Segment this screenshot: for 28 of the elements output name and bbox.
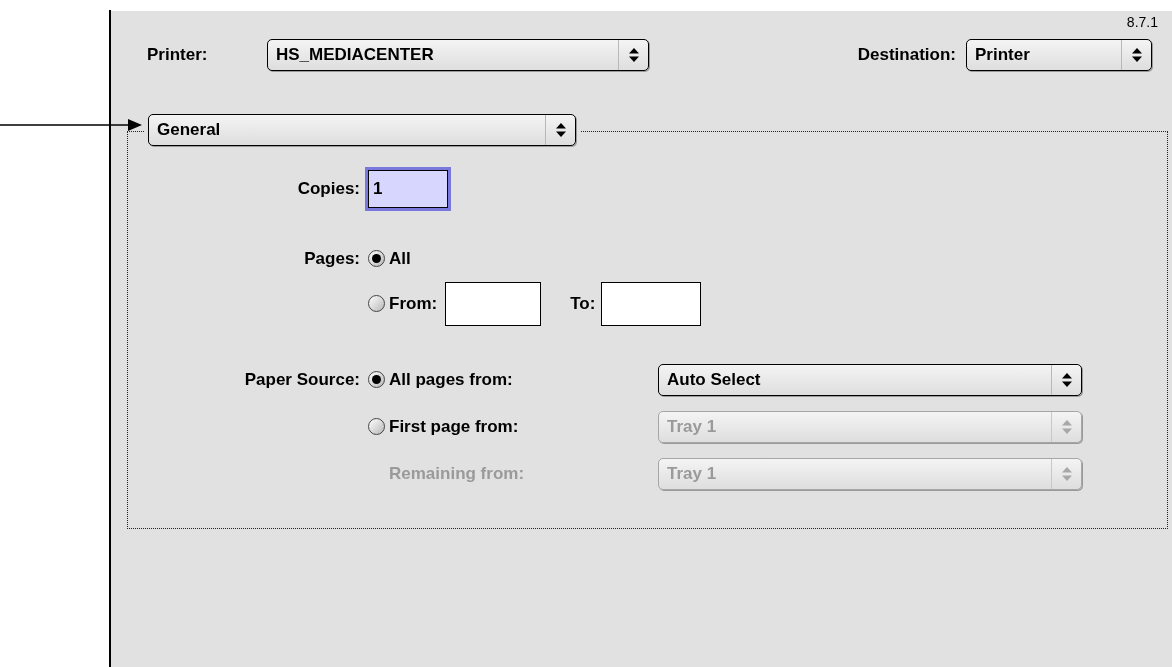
copies-label: Copies: (296, 178, 361, 201)
destination-label: Destination: (857, 44, 956, 67)
up-down-arrows-icon (1060, 465, 1073, 482)
text-field[interactable] (445, 281, 542, 326)
text-field[interactable]: 1 (368, 170, 448, 208)
radio-label: All (389, 248, 411, 270)
popup-menu[interactable]: HS_MEDIACENTER (267, 39, 649, 71)
paper-source-label: Paper Source: (243, 368, 361, 391)
printer-label: Printer: (147, 44, 209, 67)
up-down-arrows-icon (1130, 47, 1143, 63)
radio-button[interactable] (368, 250, 385, 268)
radio-label: First page from: (389, 415, 519, 438)
radio-button[interactable] (368, 371, 385, 388)
popup-menu[interactable]: General (148, 114, 576, 146)
radio-button[interactable] (368, 295, 385, 312)
radio-label: From: (389, 292, 438, 315)
up-down-arrows-icon (1060, 371, 1073, 388)
pages-label: Pages: (303, 248, 361, 270)
radio-label: All pages from: (389, 368, 513, 391)
up-down-arrows-icon (1060, 418, 1073, 435)
tray-popup[interactable]: Auto Select (658, 363, 1082, 396)
version-label: 8.7.1 (1126, 13, 1158, 32)
popup-menu[interactable]: Printer (966, 39, 1152, 71)
field-label: Remaining from: (389, 462, 525, 485)
to-label: To: (570, 292, 596, 315)
text-field[interactable] (601, 281, 702, 326)
up-down-arrows-icon (627, 47, 640, 63)
up-down-arrows-icon (554, 122, 567, 138)
